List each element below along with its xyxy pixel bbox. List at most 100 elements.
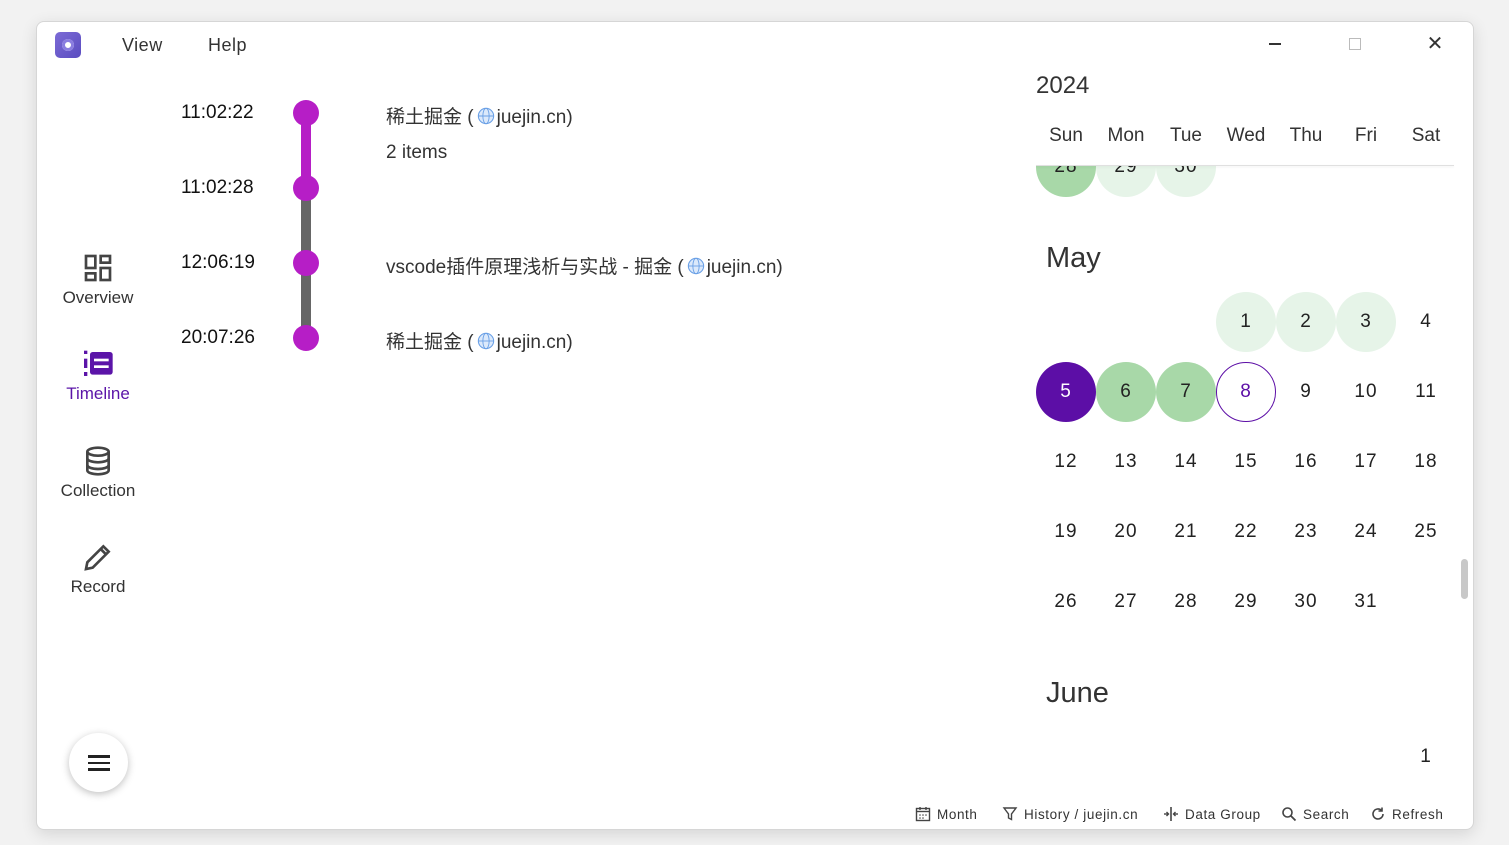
timeline-dot[interactable] (293, 175, 319, 201)
maximize-button[interactable] (1335, 30, 1375, 58)
globe-icon (687, 257, 704, 275)
search-icon (1282, 807, 1297, 822)
group-icon (1164, 807, 1178, 821)
weekday-header: Wed (1226, 125, 1266, 146)
calendar-icon (915, 807, 931, 822)
timeline-time: 12:06:19 (181, 252, 255, 273)
calendar-day[interactable]: 29 (1096, 166, 1156, 197)
globe-icon (477, 332, 494, 350)
timeline-dot[interactable] (293, 250, 319, 276)
timeline-entry[interactable]: vscode插件原理浅析与实战 - 掘金 (juejin.cn) (386, 252, 783, 279)
hamburger-icon (88, 755, 110, 758)
entry-title: 稀土掘金 ( (386, 332, 474, 353)
calendar-day[interactable]: 9 (1276, 362, 1336, 422)
weekday-header: Sat (1411, 125, 1441, 146)
calendar-scroll-area[interactable]: 28 29 30 May 1 2 3 4 5 6 7 8 9 10 11 12 … (1027, 166, 1467, 766)
data-group-label: Data Group (1185, 807, 1261, 822)
month-button[interactable]: Month (915, 806, 978, 822)
filter-label: History / juejin.cn (1024, 807, 1139, 822)
timeline-time: 20:07:26 (181, 327, 255, 348)
app-logo-icon (55, 32, 81, 58)
calendar-day[interactable]: 24 (1336, 502, 1396, 562)
filter-icon (1002, 807, 1018, 821)
nav-record[interactable]: Record (37, 541, 159, 597)
calendar-day[interactable]: 29 (1216, 572, 1276, 632)
timeline-dot[interactable] (293, 325, 319, 351)
menu-view[interactable]: View (122, 35, 163, 56)
entry-title: vscode插件原理浅析与实战 - 掘金 ( (386, 257, 684, 278)
calendar-day-selected[interactable]: 5 (1036, 362, 1096, 422)
nav-overview[interactable]: Overview (37, 252, 159, 308)
weekday-header: Fri (1354, 125, 1378, 146)
nav-timeline[interactable]: Timeline (37, 348, 159, 404)
app-window: View Help ✕ Overview Timeline Collection… (36, 21, 1474, 830)
calendar-day-today[interactable]: 8 (1216, 362, 1276, 422)
calendar-day[interactable]: 28 (1156, 572, 1216, 632)
weekday-header: Sun (1049, 125, 1083, 146)
calendar-day[interactable]: 14 (1156, 432, 1216, 492)
calendar-day[interactable]: 25 (1396, 502, 1456, 562)
calendar-day[interactable]: 1 (1396, 727, 1456, 766)
calendar-day[interactable]: 17 (1336, 432, 1396, 492)
refresh-label: Refresh (1392, 807, 1444, 822)
calendar-day[interactable]: 10 (1336, 362, 1396, 422)
nav-record-label: Record (70, 577, 126, 596)
entry-title: 稀土掘金 ( (386, 107, 474, 128)
calendar-day[interactable]: 6 (1096, 362, 1156, 422)
timeline-icon (84, 350, 113, 376)
calendar-day[interactable]: 23 (1276, 502, 1336, 562)
calendar-day[interactable]: 11 (1396, 362, 1456, 422)
calendar-day[interactable]: 21 (1156, 502, 1216, 562)
close-button[interactable]: ✕ (1415, 30, 1455, 58)
calendar-day[interactable]: 1 (1216, 292, 1276, 352)
calendar-day[interactable]: 16 (1276, 432, 1336, 492)
calendar-day[interactable]: 20 (1096, 502, 1156, 562)
minimize-button[interactable] (1255, 30, 1295, 58)
data-group-button[interactable]: Data Group (1163, 806, 1261, 822)
calendar-day[interactable]: 18 (1396, 432, 1456, 492)
search-button[interactable]: Search (1281, 806, 1349, 822)
nav-timeline-label: Timeline (66, 384, 130, 403)
timeline-entry-count[interactable]: 2 items (386, 142, 447, 164)
calendar-day[interactable]: 15 (1216, 432, 1276, 492)
entry-domain: juejin.cn) (496, 332, 573, 353)
timeline-entry[interactable]: 稀土掘金 ( juejin.cn) (386, 327, 573, 354)
month-title-june: June (1046, 677, 1109, 709)
calendar-day[interactable]: 4 (1396, 292, 1456, 352)
weekday-header: Mon (1107, 125, 1145, 146)
search-label: Search (1303, 807, 1350, 822)
weekday-divider (1036, 165, 1454, 166)
calendar-day[interactable]: 19 (1036, 502, 1096, 562)
refresh-button[interactable]: Refresh (1370, 806, 1443, 822)
entry-domain: juejin.cn) (496, 107, 573, 128)
timeline-entry[interactable]: 稀土掘金 ( juejin.cn) (386, 102, 573, 129)
nav-collection[interactable]: Collection (37, 445, 159, 501)
timeline-time: 11:02:28 (181, 177, 254, 198)
calendar-day[interactable]: 3 (1336, 292, 1396, 352)
calendar-day[interactable]: 2 (1276, 292, 1336, 352)
calendar-day[interactable]: 7 (1156, 362, 1216, 422)
calendar-day[interactable]: 30 (1156, 166, 1216, 197)
database-icon (86, 446, 110, 476)
menu-help[interactable]: Help (208, 35, 247, 56)
calendar-day[interactable]: 26 (1036, 572, 1096, 632)
calendar-scrollbar[interactable] (1461, 559, 1468, 599)
calendar-day[interactable]: 30 (1276, 572, 1336, 632)
calendar-day[interactable]: 13 (1096, 432, 1156, 492)
timeline-dot[interactable] (293, 100, 319, 126)
globe-icon (477, 107, 494, 125)
weekday-header: Tue (1169, 125, 1203, 146)
calendar-day[interactable]: 31 (1336, 572, 1396, 632)
calendar-day[interactable]: 28 (1036, 166, 1096, 197)
filter-button[interactable]: History / juejin.cn (1002, 806, 1138, 822)
menu-fab-button[interactable] (69, 733, 128, 792)
month-title-may: May (1046, 242, 1101, 274)
timeline-time: 11:02:22 (181, 102, 254, 123)
calendar-day[interactable]: 27 (1096, 572, 1156, 632)
calendar-day[interactable]: 22 (1216, 502, 1276, 562)
pencil-icon (84, 544, 111, 571)
weekday-header: Thu (1289, 125, 1323, 146)
dashboard-icon (84, 254, 112, 282)
calendar-day[interactable]: 12 (1036, 432, 1096, 492)
nav-collection-label: Collection (60, 481, 136, 500)
